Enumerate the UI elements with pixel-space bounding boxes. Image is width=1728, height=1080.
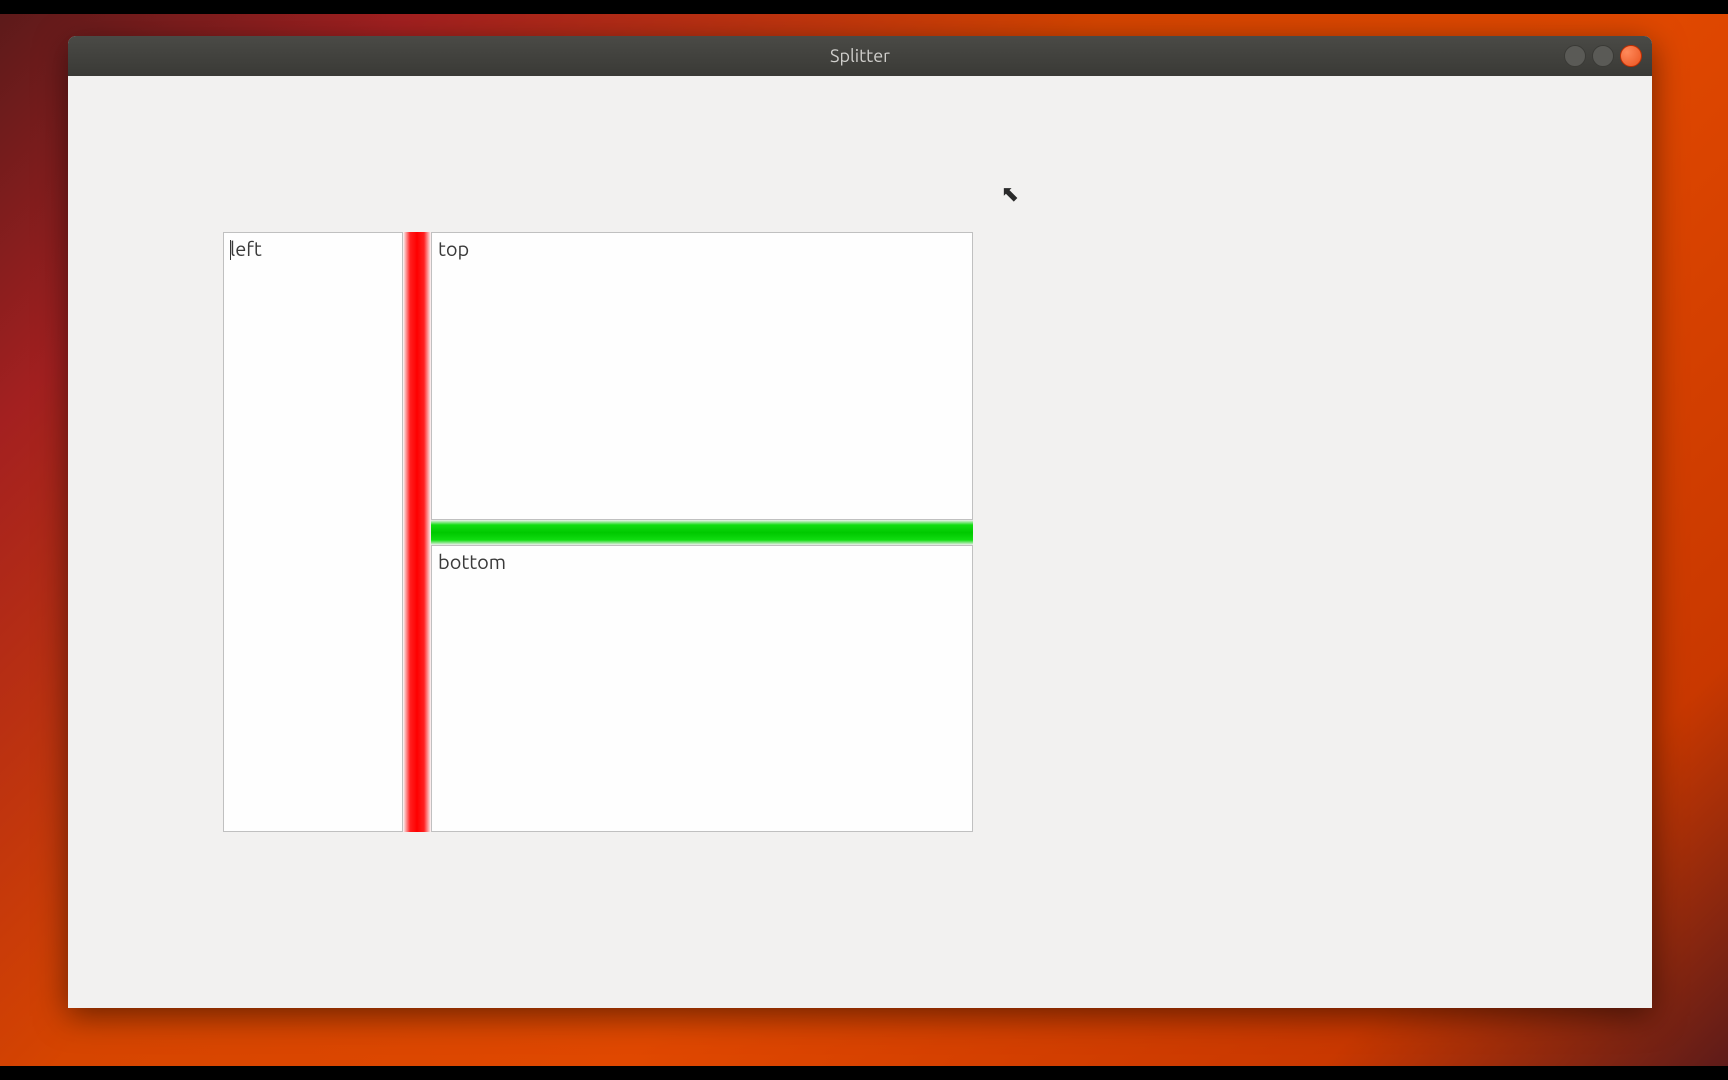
left-pane[interactable]: left [223, 232, 403, 832]
bottom-pane-label: bottom [438, 550, 506, 573]
left-pane-label: left [230, 237, 262, 260]
application-window: Splitter left top [68, 36, 1652, 1008]
titlebar[interactable]: Splitter [68, 36, 1652, 76]
window-controls [1564, 45, 1642, 67]
mouse-cursor-icon: ⬉ [1001, 181, 1019, 207]
horizontal-splitter-handle[interactable] [431, 520, 973, 545]
bottom-pane[interactable]: bottom [431, 545, 973, 833]
right-side-container: top bottom [431, 232, 973, 832]
desktop-background: Splitter left top [0, 0, 1728, 1080]
window-content: left top bottom [68, 76, 1652, 1008]
letterbox-bottom [0, 1066, 1728, 1080]
vertical-splitter-handle[interactable] [403, 232, 431, 832]
maximize-button[interactable] [1592, 45, 1614, 67]
window-title: Splitter [68, 46, 1652, 66]
minimize-button[interactable] [1564, 45, 1586, 67]
letterbox-top [0, 0, 1728, 14]
top-pane[interactable]: top [431, 232, 973, 520]
top-pane-label: top [438, 237, 469, 260]
splitter-container: left top bottom [223, 232, 973, 832]
close-button[interactable] [1620, 45, 1642, 67]
